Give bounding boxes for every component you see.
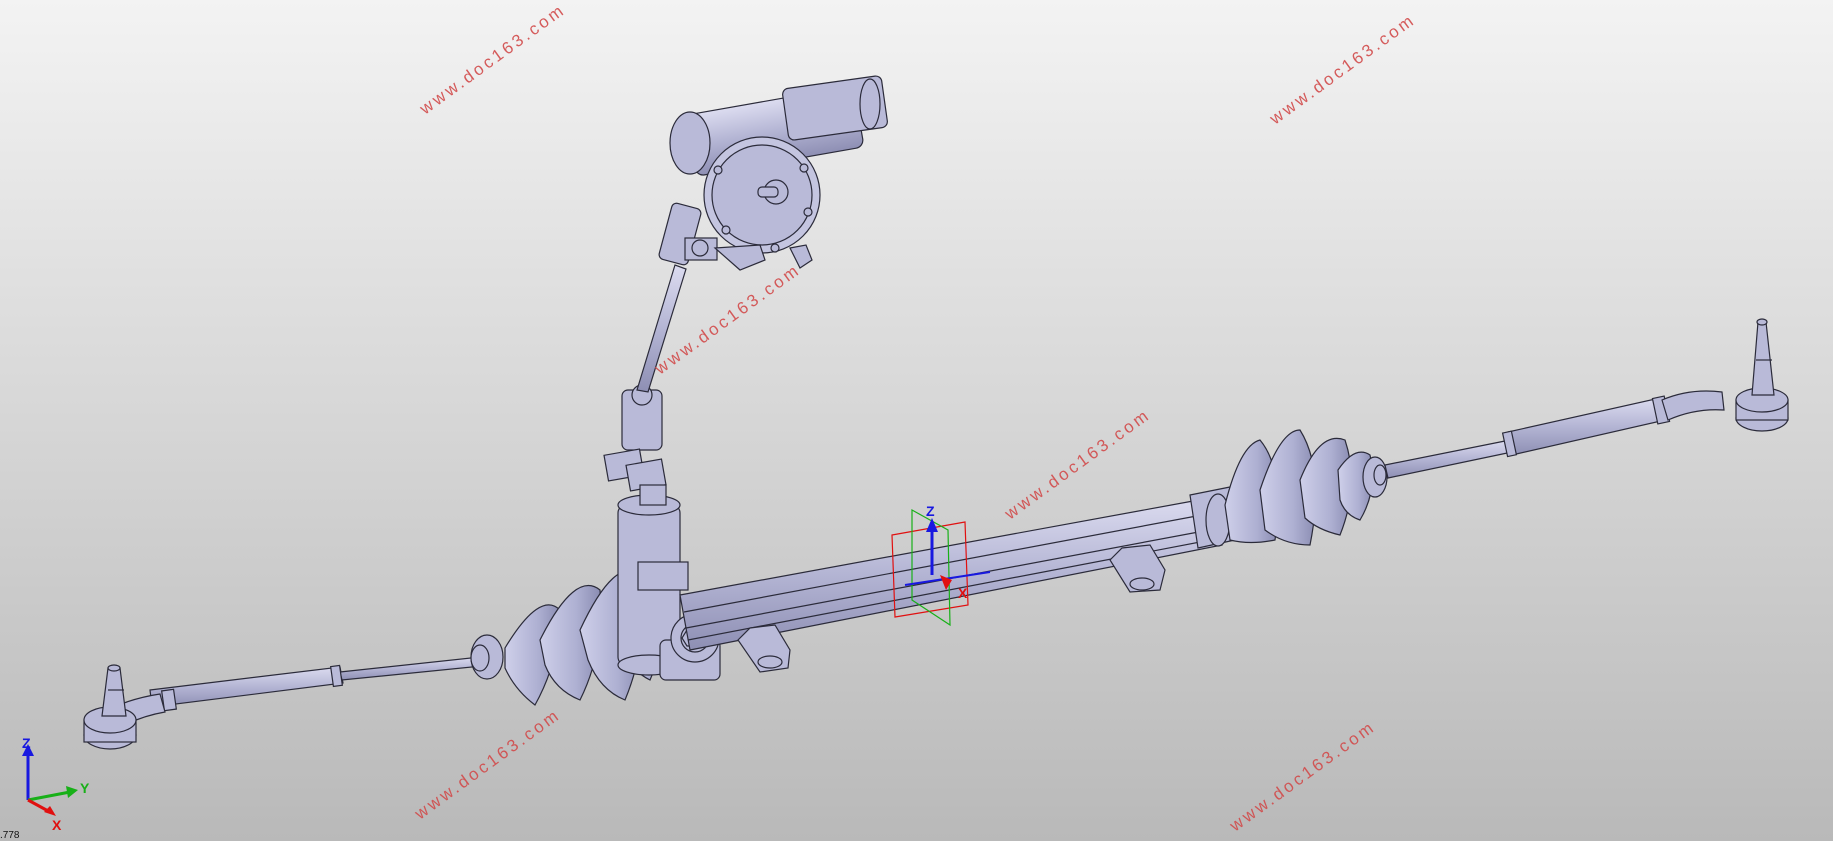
3d-viewport[interactable]: Z X www.doc163.com www.doc163.com www.do… xyxy=(0,0,1833,841)
compass-z-label: Z xyxy=(926,503,935,519)
triad-x-label: X xyxy=(52,817,62,833)
watermark-text: www.doc163.com xyxy=(410,705,564,824)
axis-triad: Z Y X xyxy=(22,735,90,833)
watermark-text: www.doc163.com xyxy=(1225,717,1379,836)
right-tie-rod[interactable] xyxy=(1384,395,1671,479)
rack-housing[interactable] xyxy=(679,482,1259,651)
watermark-layer: www.doc163.com www.doc163.com www.doc163… xyxy=(410,0,1419,836)
lower-universal-joint[interactable] xyxy=(603,384,667,506)
left-ball-joint[interactable] xyxy=(83,664,166,750)
watermark-text: www.doc163.com xyxy=(1000,405,1154,524)
status-readout: .778 xyxy=(0,830,20,841)
pinion-housing[interactable] xyxy=(617,494,721,681)
left-tie-rod[interactable] xyxy=(149,656,483,712)
right-boot[interactable] xyxy=(1224,429,1388,546)
triad-z-label: Z xyxy=(22,735,31,751)
triad-y-label: Y xyxy=(80,780,90,796)
model-canvas[interactable]: Z X www.doc163.com www.doc163.com www.do… xyxy=(0,0,1833,841)
compass-x-label: X xyxy=(958,585,968,601)
right-ball-joint[interactable] xyxy=(1661,318,1789,432)
watermark-text: www.doc163.com xyxy=(415,0,569,119)
watermark-text: www.doc163.com xyxy=(1265,10,1419,129)
